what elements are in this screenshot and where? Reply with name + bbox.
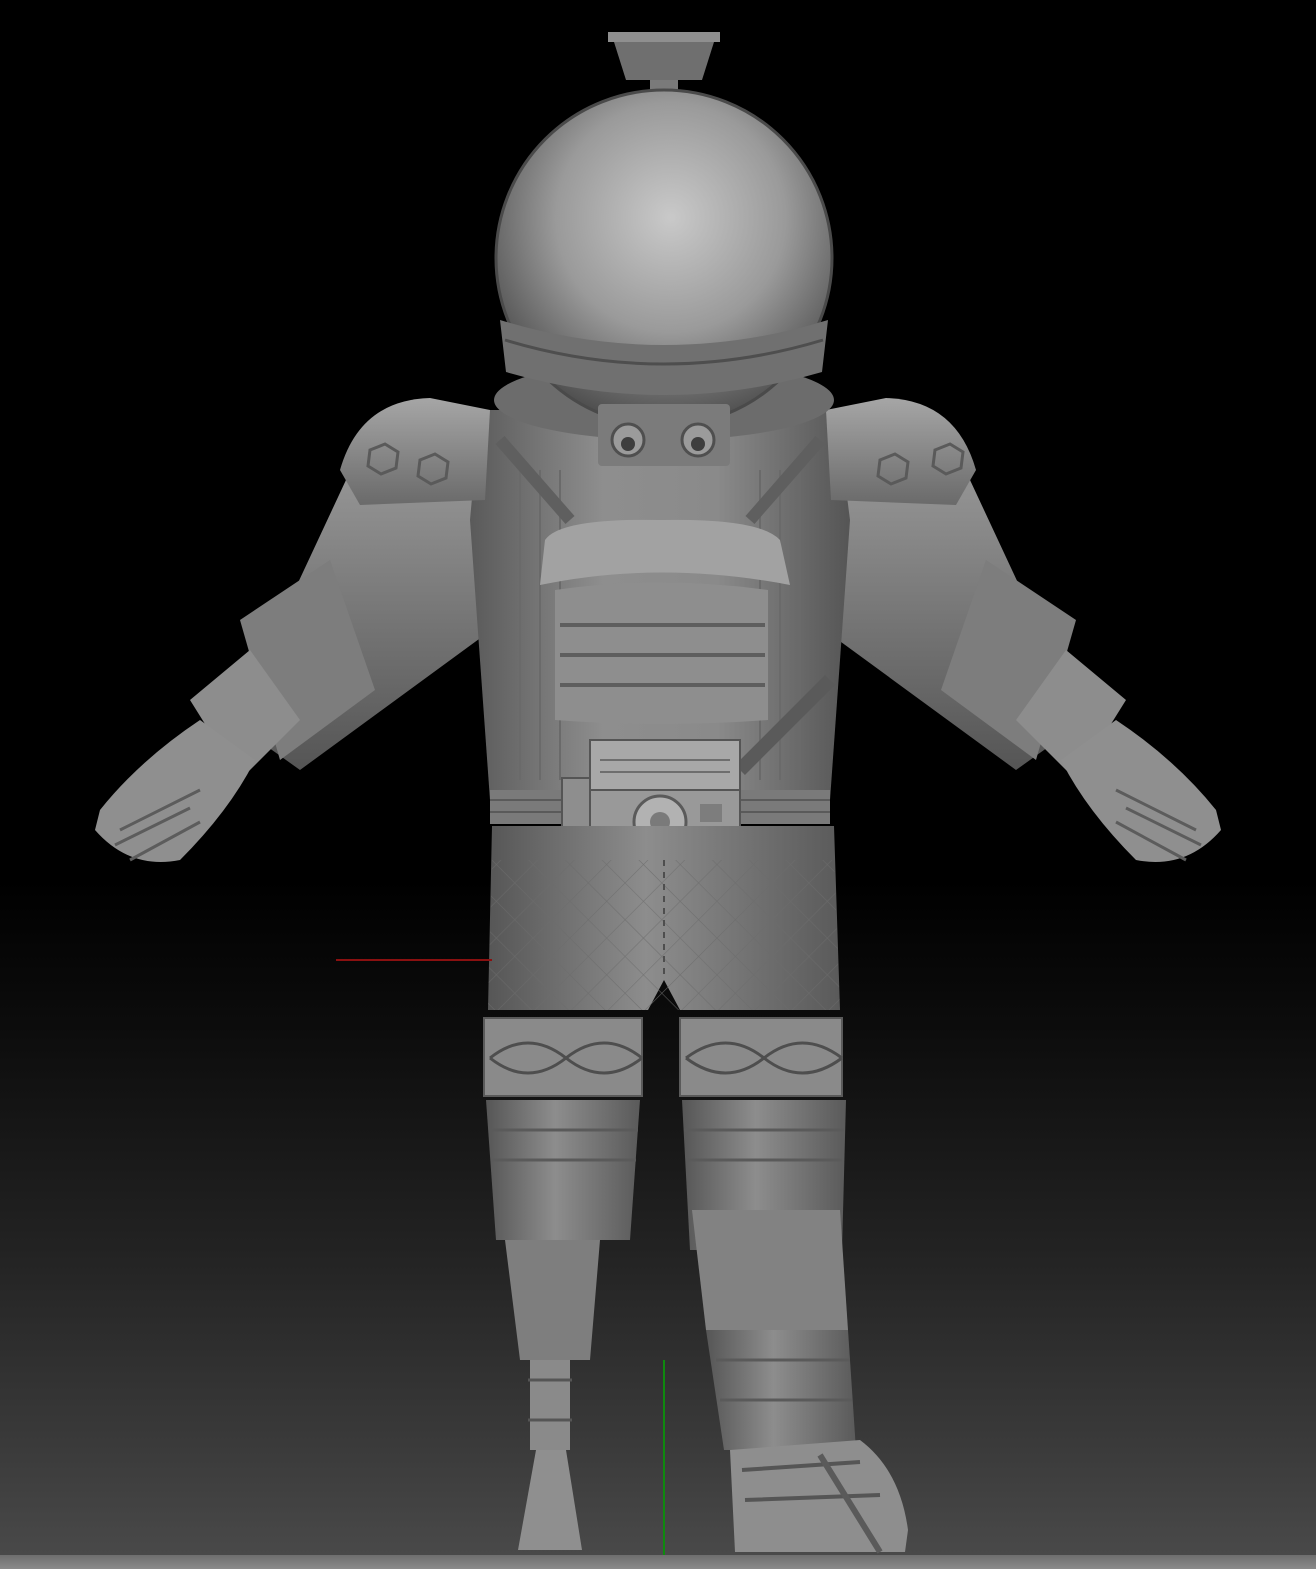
neck-valves (598, 404, 730, 466)
pelvis (488, 826, 840, 1010)
thigh-bands (483, 1017, 843, 1097)
left-leg (486, 1100, 640, 1550)
right-arm (811, 450, 1221, 862)
floor-grid-edge (0, 1555, 1316, 1569)
helmet (494, 88, 834, 428)
chest-plate (540, 519, 790, 724)
sculpt-viewport[interactable] (0, 0, 1316, 1569)
right-shoulder-pad (826, 398, 976, 505)
left-arm (95, 450, 505, 862)
right-boot (730, 1440, 908, 1554)
left-shoulder-pad (340, 398, 490, 505)
right-leg (682, 1100, 856, 1450)
model-canvas[interactable] (0, 0, 1316, 1569)
